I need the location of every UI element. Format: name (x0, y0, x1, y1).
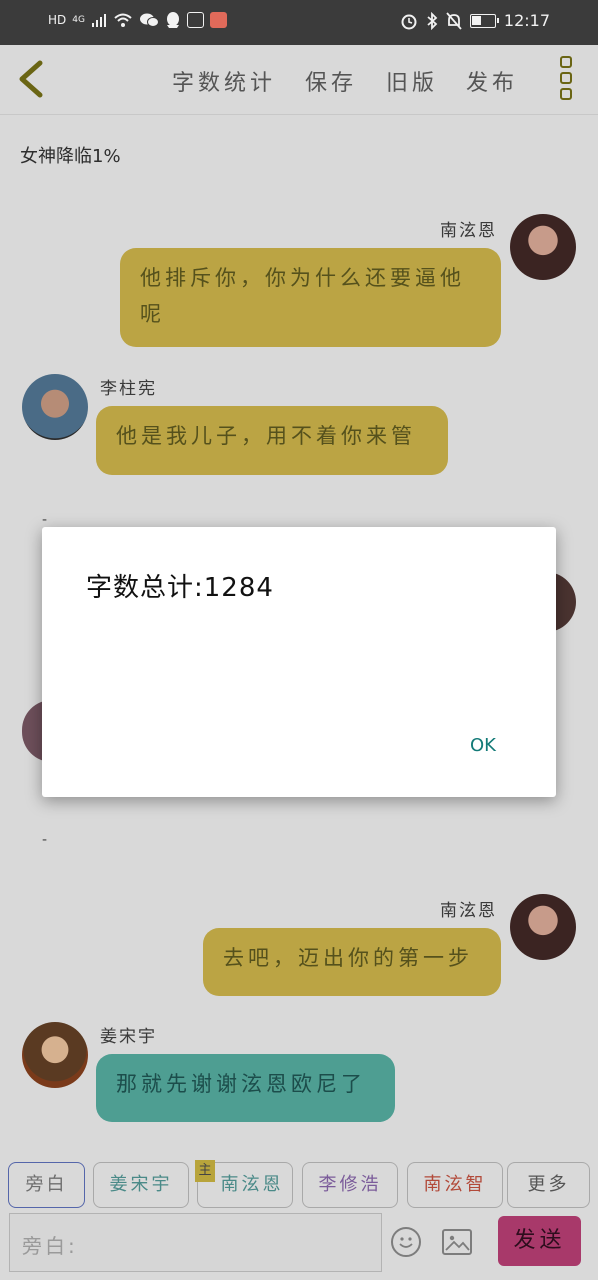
separator-dash: - (42, 832, 48, 848)
sender-name: 南泫恩 (440, 221, 497, 241)
more-menu-icon[interactable] (560, 56, 572, 104)
app-icon-2 (209, 12, 227, 28)
wechat-icon (139, 13, 159, 27)
hd-badge: HD (48, 13, 67, 27)
mute-bell-icon (446, 11, 462, 30)
status-bar: HD 4G 12:17 (0, 0, 598, 45)
sender-name: 姜宋宇 (100, 1027, 157, 1047)
emoji-icon[interactable] (391, 1227, 421, 1257)
publish-button[interactable]: 发布 (466, 65, 518, 97)
avatar[interactable] (22, 1022, 88, 1088)
ok-button[interactable]: OK (470, 735, 496, 756)
chat-bubble[interactable]: 去吧，迈出你的第一步 (203, 928, 501, 996)
image-icon[interactable] (442, 1229, 472, 1255)
tab-label: 南泫恩 (220, 1174, 284, 1195)
input-bar: 旁白: 发送 (0, 1212, 598, 1280)
app-icon (186, 12, 204, 28)
separator-dash: - (42, 512, 48, 528)
qq-icon (166, 12, 179, 28)
message-text-line: 他排斥你，你为什么还要逼他 (140, 266, 465, 290)
avatar[interactable] (22, 374, 88, 440)
send-button[interactable]: 发送 (498, 1216, 581, 1266)
chat-bubble[interactable]: 他是我儿子，用不着你来管 (96, 406, 448, 475)
word-count-button[interactable]: 字数统计 (172, 65, 276, 97)
top-toolbar: 字数统计 保存 旧版 发布 (0, 45, 598, 115)
tab-narration[interactable]: 旁白 (8, 1162, 85, 1208)
message-input[interactable]: 旁白: (9, 1213, 382, 1272)
tab-more[interactable]: 更多 (507, 1162, 590, 1208)
main-role-tag: 主 (195, 1160, 215, 1182)
tab-li-xiu-hao[interactable]: 李修浩 (302, 1162, 398, 1208)
role-tabs: 旁白 姜宋宇 主 南泫恩 李修浩 南泫智 更多 (0, 1156, 598, 1212)
save-button[interactable]: 保存 (305, 65, 357, 97)
chat-bubble[interactable]: 他排斥你，你为什么还要逼他 呢 (120, 248, 501, 347)
tab-nan-xuan-en[interactable]: 主 南泫恩 (195, 1160, 293, 1208)
signal-icon (91, 14, 106, 27)
network-type: 4G (72, 15, 85, 25)
tab-nan-xuan-zhi[interactable]: 南泫智 (407, 1162, 503, 1208)
message-text-line: 呢 (140, 302, 165, 326)
sender-name: 南泫恩 (440, 901, 497, 921)
chat-bubble[interactable]: 那就先谢谢泫恩欧尼了 (96, 1054, 395, 1122)
tab-jiang-song-yu[interactable]: 姜宋宇 (93, 1162, 189, 1208)
bluetooth-icon (427, 11, 438, 30)
sender-name: 李柱宪 (100, 379, 157, 399)
avatar[interactable] (510, 214, 576, 280)
clock: 12:17 (503, 11, 550, 30)
narration-text: 女神降临1% (20, 146, 121, 167)
old-version-button[interactable]: 旧版 (386, 65, 438, 97)
back-arrow-icon[interactable] (16, 59, 46, 99)
avatar[interactable] (510, 894, 576, 960)
wifi-icon (114, 13, 132, 27)
battery-icon (469, 13, 499, 28)
dialog-message: 字数总计:1284 (86, 573, 274, 603)
alarm-icon (401, 14, 417, 29)
word-count-dialog: 字数总计:1284 OK (42, 527, 556, 797)
